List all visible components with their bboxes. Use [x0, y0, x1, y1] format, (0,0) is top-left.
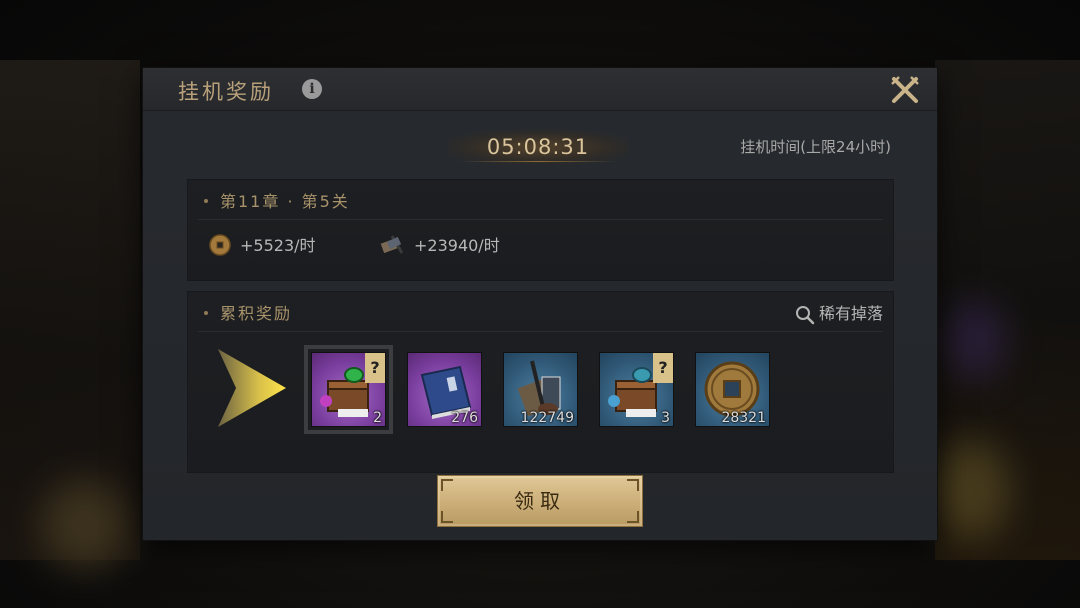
- item-count: 2: [373, 410, 382, 426]
- stage-heading-text: 第11章 · 第5关: [220, 192, 350, 211]
- rare-drop-label: 稀有掉落: [818, 304, 883, 323]
- exp-rate-text: +23940/时: [414, 236, 500, 255]
- scroll-brush-icon: [378, 233, 406, 261]
- idle-time-note: 挂机时间(上限24小时): [740, 138, 891, 156]
- divider: [198, 331, 883, 332]
- button-corner-ornament: [627, 511, 639, 523]
- rare-drop-button[interactable]: 稀有掉落: [795, 300, 883, 325]
- reward-panel: 累积奖励 稀有掉落 ? 2 276 122749 ? 3 28321: [187, 291, 894, 473]
- divider: [198, 219, 883, 220]
- button-corner-ornament: [627, 479, 639, 491]
- stage-panel: 第11章 · 第5关 +5523/时 +23940/时: [187, 179, 894, 281]
- item-count: 28321: [721, 410, 766, 426]
- bullet-dot: [204, 199, 208, 203]
- stage-heading: 第11章 · 第5关: [204, 188, 350, 212]
- reward-item-copper-coin[interactable]: 28321: [695, 352, 770, 427]
- arrow-pointer-icon: [218, 349, 286, 427]
- reward-item-blue-book[interactable]: 276: [407, 352, 482, 427]
- dialog-header: 挂机奖励 i: [143, 68, 937, 111]
- item-count: 3: [661, 410, 670, 426]
- exp-rate: +23940/时: [378, 232, 500, 261]
- background-glow: [40, 480, 130, 570]
- mystery-tag: ?: [653, 353, 673, 383]
- claim-button[interactable]: 领取: [437, 475, 643, 527]
- info-icon[interactable]: i: [302, 79, 322, 99]
- claim-button-label: 领取: [514, 489, 566, 513]
- reward-heading: 累积奖励: [204, 300, 292, 324]
- bullet-dot: [204, 311, 208, 315]
- reward-heading-text: 累积奖励: [220, 304, 293, 323]
- idle-timer: 05:08:31: [448, 130, 628, 164]
- coin-rate: +5523/时: [208, 232, 316, 261]
- reward-item-scroll-brush[interactable]: 122749: [503, 352, 578, 427]
- mystery-tag: ?: [365, 353, 385, 383]
- button-corner-ornament: [441, 511, 453, 523]
- button-corner-ornament: [441, 479, 453, 491]
- copper-coin-icon: [208, 233, 232, 261]
- close-button[interactable]: [887, 72, 923, 108]
- idle-reward-dialog: 挂机奖励 i 05:08:31 挂机时间(上限24小时) 第11章 · 第5关 …: [143, 68, 937, 540]
- background-glow: [930, 440, 1010, 540]
- item-count: 276: [451, 410, 478, 426]
- item-count: 122749: [520, 410, 574, 426]
- crossed-swords-close-icon: [891, 76, 919, 103]
- search-icon: [795, 305, 815, 324]
- reward-item-purple-mystery-chest[interactable]: ? 2: [304, 345, 393, 434]
- reward-item-blue-mystery-chest[interactable]: ? 3: [599, 352, 674, 427]
- background-glow: [945, 300, 1005, 380]
- coin-rate-text: +5523/时: [240, 236, 316, 255]
- dialog-title: 挂机奖励: [178, 80, 274, 104]
